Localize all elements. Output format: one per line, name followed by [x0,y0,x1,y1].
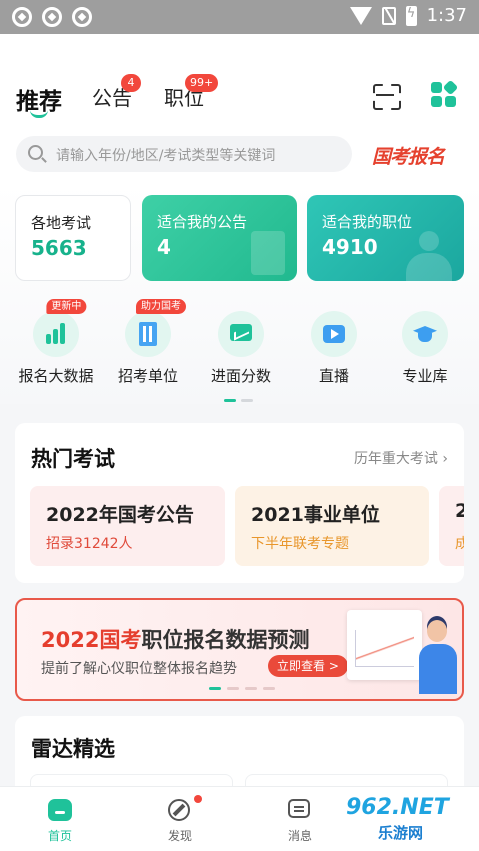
stat-value: 5663 [31,236,87,260]
stats-section: 各地考试 5663 适合我的公告 4 适合我的职位 4910 更新中 报名大数据… [0,184,479,404]
nav-messages[interactable]: 消息 [240,787,360,851]
exam-name: 2022年国考公告 [46,504,194,526]
status-right: 1:37 [349,5,467,26]
quick-entry-label: 直播 [318,367,349,385]
quick-entry-label: 报名大数据 [18,367,94,385]
graduation-cap-icon [402,311,448,357]
past-exams-link[interactable]: 历年重大考试 › [354,448,448,468]
promo-banner[interactable]: 2022国考职位报名数据预测 提前了解心仪职位整体报名趋势 立即查看 > [15,598,464,701]
section-title: 热门考试 [31,447,115,471]
no-sim-icon [381,6,396,25]
quick-entry-label: 专业库 [402,367,448,385]
quick-entry-live[interactable]: 直播 [288,311,380,386]
quick-entry-recruiting-units[interactable]: 助力国考 招考单位 [102,299,194,386]
exam-card[interactable]: 2022年国考公告 招录31242人 [30,486,225,566]
banner-title: 2022国考职位报名数据预测 [41,628,310,652]
position-badge: 99+ [185,74,219,92]
scan-icon[interactable] [373,84,397,106]
exam-subtitle: 招录31242人 [46,536,133,552]
status-time: 1:37 [426,5,467,26]
banner-subtitle: 提前了解心仪职位整体报名趋势 [41,661,237,677]
notification-icon [42,7,62,27]
watermark-logo: 962.NET [346,795,449,820]
quick-entry-interview-scores[interactable]: 进面分数 [195,311,287,386]
quick-entry-label: 招考单位 [117,367,178,385]
stat-label: 各地考试 [31,214,92,232]
search-icon [28,145,43,160]
person-illustration [415,620,459,698]
battery-charging-icon [405,5,417,26]
exam-card[interactable]: 2021事业单位 下半年联考专题 [235,486,429,566]
stat-value: 4910 [322,235,378,259]
view-now-button[interactable]: 立即查看 > [268,655,348,677]
notification-icon [12,7,32,27]
person-icon [406,231,452,281]
nav-label: 发现 [167,829,192,843]
message-icon [288,799,310,818]
apps-grid-icon[interactable] [431,79,459,108]
exam-subtitle: 下半年联考专题 [251,536,349,552]
wifi-icon [349,6,372,25]
chevron-right-icon: › [442,451,448,467]
chart-illustration [347,610,422,680]
stat-card-my-notices[interactable]: 适合我的公告 4 [142,195,297,281]
hot-exams-section: 热门考试 历年重大考试 › 2022年国考公告 招录31242人 2021事业单… [15,423,464,583]
banner-pager [209,687,275,690]
screen-chart-icon [218,311,264,357]
exam-card[interactable]: 2 成 [439,486,464,566]
compass-icon [168,799,190,821]
exam-name: 2 [455,500,464,522]
quick-entry-signup-data[interactable]: 更新中 报名大数据 [10,299,102,386]
stat-label: 适合我的职位 [322,213,413,231]
stat-card-local-exams[interactable]: 各地考试 5663 [15,195,131,281]
nav-label: 消息 [287,829,312,843]
stat-value: 4 [157,235,171,259]
top-header: 推荐 公告 4 职位 99+ 请输入年份/地区/考试类型等关键词 国考报名 [0,34,479,184]
nav-discover[interactable]: 发现 [120,787,240,851]
stat-card-my-positions[interactable]: 适合我的职位 4910 [307,195,464,281]
quick-entry-major-library[interactable]: 专业库 [379,311,471,386]
status-bar: 1:37 [0,0,479,34]
unread-dot [194,795,202,803]
bar-chart-icon [33,311,79,357]
search-input[interactable]: 请输入年份/地区/考试类型等关键词 [16,136,352,172]
tab-active-indicator [30,110,48,118]
search-placeholder: 请输入年份/地区/考试类型等关键词 [56,148,276,164]
notification-icons [12,7,92,27]
exam-signup-promo[interactable]: 国考报名 [372,142,445,169]
quick-entry-tag: 助力国考 [136,299,186,314]
tv-play-icon [311,311,357,357]
quick-entry-pager [224,399,253,402]
exam-name: 2021事业单位 [251,504,380,526]
section-title: 雷达精选 [31,737,115,761]
quick-entry-label: 进面分数 [210,367,271,385]
document-icon [251,231,285,275]
building-icon [125,311,171,357]
exam-subtitle: 成 [455,536,464,552]
watermark-sub: 乐游网 [378,824,424,842]
notification-icon [72,7,92,27]
nav-home[interactable]: 首页 [0,787,120,851]
stat-label: 适合我的公告 [157,213,248,231]
notice-badge: 4 [121,74,141,92]
quick-entry-tag: 更新中 [46,299,87,314]
home-icon [48,799,72,821]
nav-label: 首页 [47,829,72,843]
